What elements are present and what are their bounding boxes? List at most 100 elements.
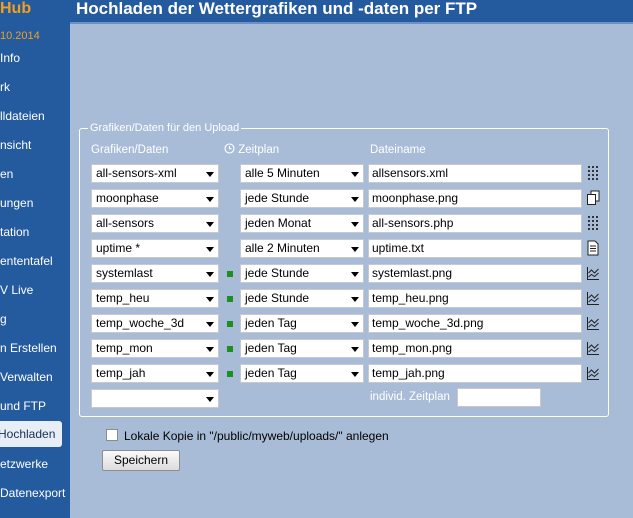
sidebar-item[interactable]: tation: [0, 222, 70, 242]
filename-input[interactable]: allsensors.xml: [368, 164, 582, 183]
schedule-select[interactable]: jede Stunde: [240, 264, 364, 283]
schedule-select[interactable]: alle 5 Minuten: [240, 164, 364, 183]
chevron-down-icon: [206, 297, 214, 302]
chart-icon[interactable]: [586, 365, 600, 381]
sidebar-item[interactable]: g: [0, 309, 70, 329]
status-indicator: [227, 371, 233, 377]
status-indicator: [227, 271, 233, 277]
source-select-value: all-sensors: [96, 216, 155, 230]
sidebar-item[interactable]: n Erstellen: [0, 338, 70, 358]
sidebar: Hub 10.2014 Info rk lldateien nsicht en ungen…: [0, 0, 70, 518]
schedule-select-value: jeden Tag: [245, 366, 297, 380]
clock-icon: [224, 143, 235, 154]
sidebar-item[interactable]: nsicht: [0, 135, 70, 155]
schedule-select-value: jeden Monat: [245, 216, 312, 230]
chevron-down-icon: [206, 247, 214, 252]
schedule-select-value: jeden Tag: [245, 316, 297, 330]
chevron-down-icon: [351, 222, 359, 227]
sidebar-item[interactable]: ententafel: [0, 251, 70, 271]
chart-icon[interactable]: [586, 340, 600, 356]
filename-input[interactable]: uptime.txt: [368, 239, 582, 258]
sidebar-item[interactable]: Datenexport: [0, 483, 70, 503]
chevron-down-icon: [351, 272, 359, 277]
source-select[interactable]: temp_woche_3d: [91, 314, 219, 333]
source-select-value: temp_heu: [96, 291, 150, 305]
individual-schedule-label: individ. Zeitplan: [370, 391, 450, 403]
schedule-select-value: jeden Tag: [245, 341, 297, 355]
chevron-down-icon: [206, 397, 214, 402]
document-icon[interactable]: [586, 240, 600, 256]
column-header-schedule: Zeitplan: [224, 143, 279, 156]
version-date: 10.2014: [0, 30, 40, 42]
chevron-down-icon: [351, 372, 359, 377]
upload-panel-legend: Grafiken/Daten für den Upload: [90, 122, 240, 134]
filename-input[interactable]: all-sensors.php: [368, 214, 582, 233]
column-header-graphs: Grafiken/Daten: [91, 144, 169, 156]
sidebar-item[interactable]: ungen: [0, 193, 70, 213]
chevron-down-icon: [206, 272, 214, 277]
table-icon[interactable]: [586, 215, 600, 231]
chevron-down-icon: [351, 347, 359, 352]
filename-input[interactable]: systemlast.png: [368, 264, 582, 283]
local-copy-checkbox[interactable]: [106, 429, 118, 441]
filename-input[interactable]: temp_woche_3d.png: [368, 314, 582, 333]
chart-icon[interactable]: [586, 315, 600, 331]
chevron-down-icon: [206, 322, 214, 327]
sidebar-item[interactable]: V Live: [0, 280, 70, 300]
chevron-down-icon: [206, 372, 214, 377]
chevron-down-icon: [206, 222, 214, 227]
table-icon[interactable]: [586, 165, 600, 181]
source-select-value: all-sensors-xml: [96, 166, 177, 180]
column-header-schedule-label: Zeitplan: [238, 144, 280, 156]
schedule-select[interactable]: jeden Tag: [240, 364, 364, 383]
save-button[interactable]: Speichern: [102, 450, 180, 471]
source-select[interactable]: all-sensors: [91, 214, 219, 233]
chart-icon[interactable]: [586, 265, 600, 281]
sidebar-item[interactable]: lldateien: [0, 106, 70, 126]
schedule-select[interactable]: jeden Tag: [240, 339, 364, 358]
sidebar-item[interactable]: rk: [0, 77, 70, 97]
source-select-value: systemlast: [96, 266, 153, 280]
schedule-select[interactable]: jede Stunde: [240, 189, 364, 208]
sidebar-item[interactable]: en: [0, 164, 70, 184]
sidebar-item[interactable]: Info: [0, 48, 70, 68]
chart-icon[interactable]: [586, 290, 600, 306]
chevron-down-icon: [206, 172, 214, 177]
brand-logo: Hub: [0, 0, 32, 17]
chevron-down-icon: [351, 247, 359, 252]
status-indicator: [227, 321, 233, 327]
chevron-down-icon: [206, 197, 214, 202]
source-select[interactable]: uptime *: [91, 239, 219, 258]
sidebar-item[interactable]: Verwalten: [0, 367, 70, 387]
filename-input[interactable]: temp_heu.png: [368, 289, 582, 308]
schedule-select[interactable]: jeden Monat: [240, 214, 364, 233]
source-select-value: uptime *: [96, 241, 141, 255]
individual-schedule-input[interactable]: [457, 388, 541, 407]
chevron-down-icon: [351, 297, 359, 302]
schedule-select[interactable]: jeden Tag: [240, 314, 364, 333]
source-select[interactable]: temp_heu: [91, 289, 219, 308]
page-header: Hochladen der Wettergrafiken und -daten …: [70, 0, 633, 22]
source-select-value: moonphase: [96, 191, 159, 205]
source-select[interactable]: moonphase: [91, 189, 219, 208]
source-select-value: temp_mon: [96, 341, 153, 355]
schedule-select-value: jede Stunde: [245, 266, 310, 280]
source-select[interactable]: all-sensors-xml: [91, 164, 219, 183]
sidebar-item[interactable]: und FTP: [0, 396, 70, 416]
header-divider: [70, 22, 633, 24]
schedule-select-value: alle 5 Minuten: [245, 166, 320, 180]
sidebar-item[interactable]: Hochladen: [0, 421, 62, 447]
chevron-down-icon: [206, 347, 214, 352]
source-select[interactable]: systemlast: [91, 264, 219, 283]
source-select[interactable]: temp_jah: [91, 364, 219, 383]
schedule-select-value: alle 2 Minuten: [245, 241, 320, 255]
source-select[interactable]: temp_mon: [91, 339, 219, 358]
sidebar-item[interactable]: etzwerke: [0, 454, 70, 474]
filename-input[interactable]: temp_jah.png: [368, 364, 582, 383]
copy-icon[interactable]: [586, 190, 600, 206]
filename-input[interactable]: moonphase.png: [368, 189, 582, 208]
new-source-select[interactable]: [91, 389, 219, 408]
schedule-select[interactable]: jede Stunde: [240, 289, 364, 308]
filename-input[interactable]: temp_mon.png: [368, 339, 582, 358]
schedule-select[interactable]: alle 2 Minuten: [240, 239, 364, 258]
